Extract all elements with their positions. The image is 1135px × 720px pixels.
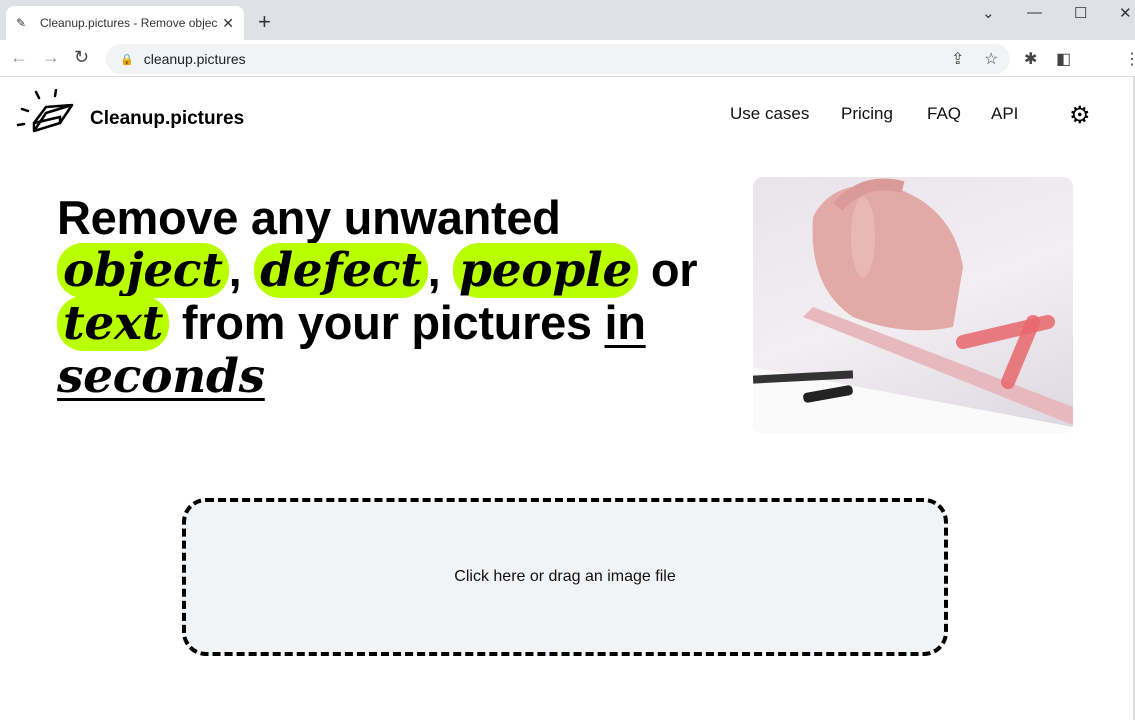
share-icon[interactable]: ⇪ — [951, 49, 964, 69]
eraser-favicon-icon: ✎ — [16, 16, 27, 30]
url-text: cleanup.pictures — [143, 51, 246, 67]
eraser-logo-icon — [16, 89, 74, 133]
minimize-icon[interactable]: — — [1027, 4, 1042, 21]
highlight-defect: defect — [254, 243, 428, 298]
forward-icon[interactable]: → — [42, 47, 60, 68]
close-window-icon[interactable]: ✕ — [1119, 4, 1132, 22]
nav-pricing[interactable]: Pricing — [841, 104, 893, 124]
browser-tab[interactable]: ✎ Cleanup.pictures - Remove objec ✕ — [6, 6, 244, 40]
comma: , — [427, 243, 441, 296]
example-photo — [753, 177, 1073, 433]
back-icon[interactable]: ← — [10, 47, 28, 68]
upload-label: Click here or drag an image file — [454, 568, 676, 585]
headline-text: from your pictures — [181, 296, 592, 349]
maximize-icon[interactable]: ☐ — [1074, 4, 1087, 22]
new-tab-icon[interactable]: + — [258, 9, 271, 35]
nav-api[interactable]: API — [991, 104, 1018, 124]
nav-use-cases[interactable]: Use cases — [730, 104, 809, 124]
highlight-text: text — [57, 296, 170, 351]
tab-title: Cleanup.pictures - Remove objec — [40, 16, 218, 30]
reload-icon[interactable]: ↻ — [74, 47, 89, 68]
headline-text: or — [650, 243, 698, 296]
tab-bar: ✎ Cleanup.pictures - Remove objec ✕ + ⌄ … — [0, 0, 1135, 40]
hero-headline: Remove any unwanted object, defect, peop… — [57, 192, 737, 403]
url-input[interactable]: 🔒 cleanup.pictures — [106, 44, 1010, 74]
lock-icon: 🔒 — [120, 53, 134, 66]
address-bar: ← → ↻ 🔒 cleanup.pictures ⇪ ☆ ✱ ◧ ⋮ — [0, 40, 1135, 77]
upload-dropzone[interactable]: Click here or drag an image file — [182, 498, 948, 656]
settings-gear-icon[interactable]: ⚙ — [1069, 101, 1091, 130]
headline-text: seconds — [57, 349, 265, 404]
nav-faq[interactable]: FAQ — [927, 104, 961, 124]
close-tab-icon[interactable]: ✕ — [222, 15, 234, 32]
side-panel-icon[interactable]: ◧ — [1056, 49, 1071, 69]
tab-search-icon[interactable]: ⌄ — [982, 4, 995, 22]
menu-dots-icon[interactable]: ⋮ — [1124, 49, 1135, 69]
extensions-icon[interactable]: ✱ — [1024, 49, 1037, 69]
brand-name[interactable]: Cleanup.pictures — [90, 108, 244, 130]
comma: , — [228, 243, 242, 296]
headline-text: in — [604, 296, 646, 349]
headline-text: Remove any unwanted — [57, 191, 561, 244]
site-header: Cleanup.pictures Use cases Pricing FAQ A… — [0, 77, 1135, 157]
highlight-people: people — [453, 243, 639, 298]
highlight-object: object — [57, 243, 229, 298]
bookmark-star-icon[interactable]: ☆ — [984, 49, 998, 69]
